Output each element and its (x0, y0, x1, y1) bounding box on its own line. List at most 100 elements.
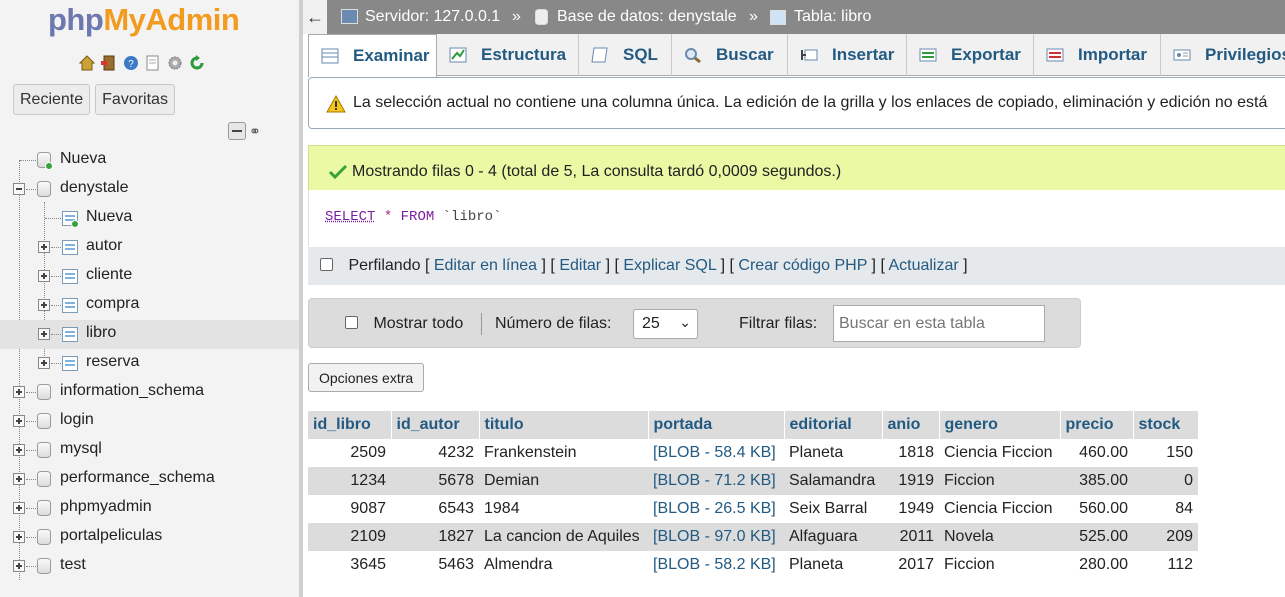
home-icon[interactable] (78, 54, 96, 72)
expand-icon[interactable] (13, 386, 25, 398)
tab-browse[interactable]: Examinar (308, 34, 437, 77)
database-icon (37, 413, 51, 429)
database-icon (37, 181, 51, 197)
edit-link[interactable]: Editar (559, 257, 601, 274)
sql-query-box[interactable]: SELECT * FROM `libro` (308, 190, 1285, 246)
table-row[interactable]: 3645 5463 Almendra [BLOB - 58.2 KB] Plan… (308, 551, 1198, 579)
expand-icon[interactable] (13, 473, 25, 485)
tab-search[interactable]: Buscar (672, 34, 788, 76)
breadcrumb-server[interactable]: Servidor: 127.0.0.1 (365, 8, 500, 26)
column-header[interactable]: titulo (479, 411, 649, 439)
tree-item-test[interactable]: test (0, 552, 299, 581)
tab-sql[interactable]: SQL (579, 34, 672, 76)
database-tree: Nueva denystale Nueva autor cliente comp… (0, 146, 299, 581)
column-header[interactable]: precio (1060, 411, 1134, 439)
expand-icon[interactable] (13, 415, 25, 427)
filter-label: Filtrar filas: (739, 315, 818, 332)
table-icon (62, 327, 78, 342)
expand-icon[interactable] (13, 444, 25, 456)
expand-icon[interactable] (13, 560, 25, 572)
table-row[interactable]: 2509 4232 Frankenstein [BLOB - 58.4 KB] … (308, 439, 1198, 467)
table-row[interactable]: 2109 1827 La cancion de Aquiles [BLOB - … (308, 523, 1198, 551)
blob-link[interactable]: [BLOB - 97.0 KB] (648, 523, 784, 551)
table-row[interactable]: 1234 5678 Demian [BLOB - 71.2 KB] Salama… (308, 467, 1198, 495)
table-icon (62, 298, 78, 313)
exit-icon[interactable] (100, 54, 118, 72)
show-all-toggle[interactable]: Mostrar todo (345, 315, 463, 333)
reload-icon[interactable] (188, 54, 206, 72)
explain-sql-link[interactable]: Explicar SQL (623, 257, 716, 274)
panel-resizer[interactable] (299, 0, 303, 597)
tree-item-portalpeliculas[interactable]: portalpeliculas (0, 523, 299, 552)
database-icon (37, 558, 51, 574)
tree-item-performance-schema[interactable]: performance_schema (0, 465, 299, 494)
tree-item-new-database[interactable]: Nueva (0, 146, 299, 175)
inline-edit-link[interactable]: Editar en línea (434, 257, 537, 274)
collapse-icon[interactable] (13, 183, 25, 195)
refresh-link[interactable]: Actualizar (888, 257, 958, 274)
tree-item-table-libro[interactable]: libro (0, 320, 299, 349)
tree-item-denystale[interactable]: denystale (0, 175, 299, 204)
column-header[interactable]: portada (648, 411, 785, 439)
expand-icon[interactable] (13, 502, 25, 514)
expand-icon[interactable] (38, 241, 50, 253)
tab-insert[interactable]: Insertar (788, 34, 907, 76)
expand-icon[interactable] (38, 299, 50, 311)
import-icon (1046, 47, 1064, 63)
favorites-button[interactable]: Favoritas (95, 84, 175, 115)
breadcrumb-database[interactable]: Base de datos: denystale (557, 8, 737, 26)
insert-icon (800, 47, 818, 63)
tree-item-table-autor[interactable]: autor (0, 233, 299, 262)
blob-link[interactable]: [BLOB - 71.2 KB] (648, 467, 784, 495)
table-row[interactable]: 9087 6543 1984 [BLOB - 26.5 KB] Seix Bar… (308, 495, 1198, 523)
tree-item-mysql[interactable]: mysql (0, 436, 299, 465)
tree-item-login[interactable]: login (0, 407, 299, 436)
column-header[interactable]: anio (882, 411, 940, 439)
breadcrumb-separator: » (749, 8, 758, 25)
navigation-bar: Mostrar todo Número de filas: 25 ⌄ Filtr… (308, 298, 1081, 348)
link-icon[interactable]: ⚭ (249, 122, 261, 140)
tab-export[interactable]: Exportar (907, 34, 1034, 76)
browse-icon (321, 48, 339, 64)
tab-import[interactable]: Importar (1034, 34, 1161, 76)
column-header[interactable]: id_libro (308, 411, 392, 439)
tree-item-table-compra[interactable]: compra (0, 291, 299, 320)
phpmyadmin-logo[interactable]: phpMyAdmin (48, 2, 240, 38)
tree-item-new-table[interactable]: Nueva (0, 204, 299, 233)
warning-icon (326, 94, 346, 118)
tab-structure[interactable]: Estructura (437, 34, 579, 76)
column-header[interactable]: id_autor (391, 411, 480, 439)
table-icon (62, 240, 78, 255)
expand-icon[interactable] (38, 270, 50, 282)
column-header[interactable]: genero (939, 411, 1061, 439)
table-icon (62, 269, 78, 284)
help-icon[interactable]: ? (122, 54, 140, 72)
docs-icon[interactable] (144, 54, 162, 72)
settings-icon[interactable] (166, 54, 184, 72)
expand-icon[interactable] (13, 531, 25, 543)
show-all-checkbox[interactable] (345, 316, 358, 329)
recent-button[interactable]: Reciente (13, 84, 91, 115)
rows-per-page-select[interactable]: 25 ⌄ (633, 309, 698, 339)
create-php-code-link[interactable]: Crear código PHP (738, 257, 867, 274)
expand-icon[interactable] (38, 357, 50, 369)
blob-link[interactable]: [BLOB - 58.2 KB] (648, 551, 784, 579)
tree-item-table-reserva[interactable]: reserva (0, 349, 299, 378)
tab-privileges[interactable]: Privilegios (1161, 34, 1285, 76)
blob-link[interactable]: [BLOB - 58.4 KB] (648, 439, 784, 467)
extra-options-button[interactable]: Opciones extra (308, 363, 425, 392)
tree-item-information-schema[interactable]: information_schema (0, 378, 299, 407)
collapse-all-icon[interactable] (228, 122, 246, 140)
tree-item-table-cliente[interactable]: cliente (0, 262, 299, 291)
warning-text: La selección actual no contiene una colu… (353, 94, 1268, 111)
column-header[interactable]: editorial (784, 411, 883, 439)
expand-icon[interactable] (38, 328, 50, 340)
column-header[interactable]: stock (1133, 411, 1199, 439)
tree-item-phpmyadmin[interactable]: phpmyadmin (0, 494, 299, 523)
back-arrow-icon[interactable]: ← (303, 0, 327, 34)
profiling-checkbox[interactable] (320, 258, 333, 271)
blob-link[interactable]: [BLOB - 26.5 KB] (648, 495, 784, 523)
breadcrumb-table[interactable]: Tabla: libro (794, 8, 871, 26)
filter-rows-input[interactable] (833, 305, 1045, 342)
database-icon (37, 471, 51, 487)
